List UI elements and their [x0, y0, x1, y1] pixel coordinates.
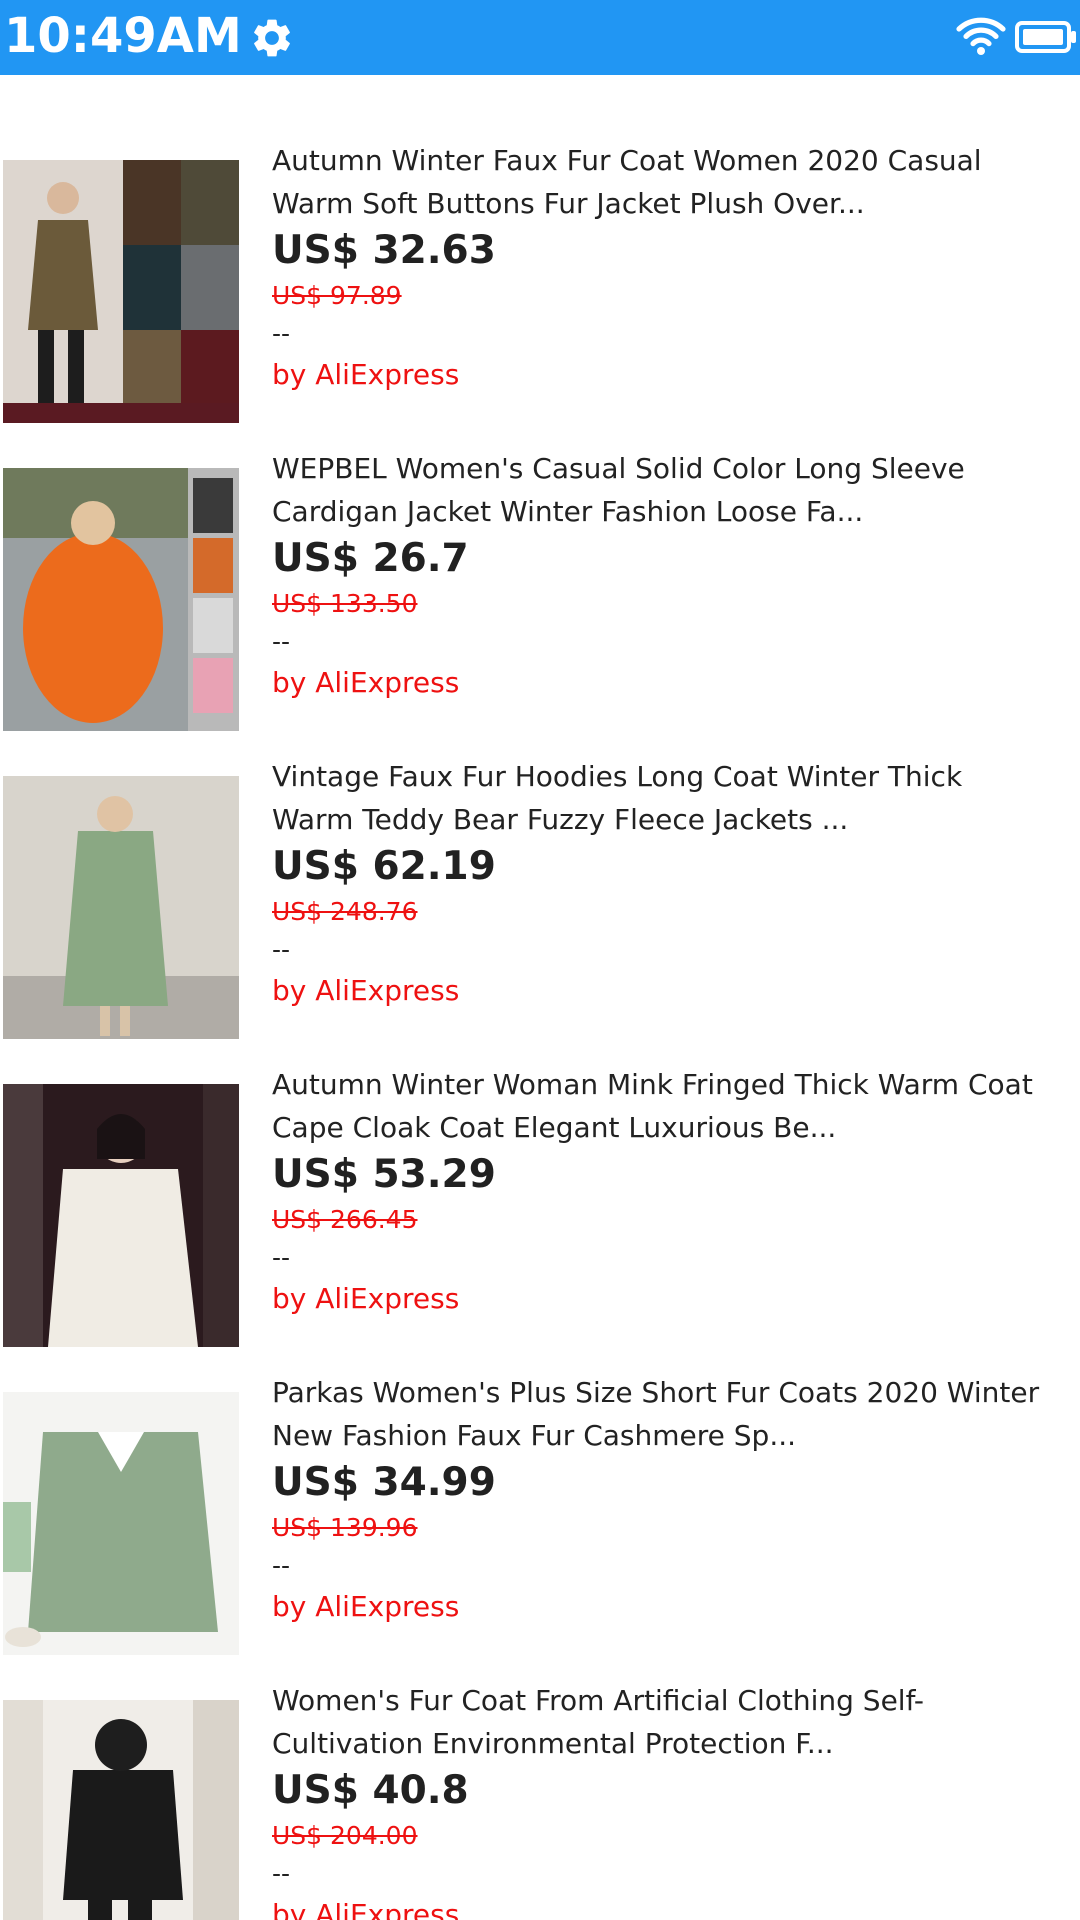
status-time: 10:49AM	[4, 8, 242, 64]
product-title-line: Warm Soft Buttons Fur Jacket Plush Over.…	[272, 187, 865, 220]
wifi-icon	[956, 17, 1006, 55]
product-item[interactable]: Parkas Women's Plus Size Short Fur Coats…	[0, 1307, 1080, 1655]
product-item[interactable]: Autumn Winter Woman Mink Fringed Thick W…	[0, 999, 1080, 1347]
product-price: US$ 40.8	[272, 1768, 469, 1813]
product-price: US$ 26.7	[272, 536, 469, 581]
product-item[interactable]: WEPBEL Women's Casual Solid Color Long S…	[0, 383, 1080, 731]
product-title-line: Warm Teddy Bear Fuzzy Fleece Jackets ...	[272, 803, 849, 836]
product-title[interactable]: WEPBEL Women's Casual Solid Color Long S…	[272, 447, 1072, 533]
product-price: US$ 32.63	[272, 228, 496, 273]
product-title-line: Cardigan Jacket Winter Fashion Loose Fa.…	[272, 495, 864, 528]
product-rating: --	[272, 1243, 291, 1272]
product-item[interactable]: Autumn Winter Faux Fur Coat Women 2020 C…	[0, 75, 1080, 423]
product-price: US$ 53.29	[272, 1152, 496, 1197]
product-list[interactable]: Autumn Winter Faux Fur Coat Women 2020 C…	[0, 75, 1080, 1920]
product-title[interactable]: Parkas Women's Plus Size Short Fur Coats…	[272, 1371, 1072, 1457]
product-title-line: Vintage Faux Fur Hoodies Long Coat Winte…	[272, 760, 963, 793]
product-original-price: US$ 97.89	[272, 281, 402, 310]
product-original-price: US$ 133.50	[272, 589, 418, 618]
product-rating: --	[272, 1551, 291, 1580]
battery-icon	[1015, 21, 1076, 53]
product-title-line: WEPBEL Women's Casual Solid Color Long S…	[272, 452, 965, 485]
product-title-line: Autumn Winter Woman Mink Fringed Thick W…	[272, 1068, 1033, 1101]
product-title[interactable]: Vintage Faux Fur Hoodies Long Coat Winte…	[272, 755, 1072, 841]
product-title-line: Cape Cloak Coat Elegant Luxurious Be...	[272, 1111, 837, 1144]
product-rating: --	[272, 935, 291, 964]
product-title-line: Parkas Women's Plus Size Short Fur Coats…	[272, 1376, 1040, 1409]
product-original-price: US$ 266.45	[272, 1205, 418, 1234]
product-original-price: US$ 204.00	[272, 1821, 418, 1850]
product-title[interactable]: Autumn Winter Faux Fur Coat Women 2020 C…	[272, 139, 1072, 225]
product-original-price: US$ 139.96	[272, 1513, 418, 1542]
product-seller[interactable]: by AliExpress	[272, 1897, 459, 1920]
product-title[interactable]: Autumn Winter Woman Mink Fringed Thick W…	[272, 1063, 1072, 1149]
product-rating: --	[272, 1859, 291, 1888]
product-item[interactable]: Vintage Faux Fur Hoodies Long Coat Winte…	[0, 691, 1080, 1039]
product-title-line: Women's Fur Coat From Artificial Clothin…	[272, 1684, 924, 1717]
product-rating: --	[272, 627, 291, 656]
product-title-line: Cultivation Environmental Protection F..…	[272, 1727, 834, 1760]
product-rating: --	[272, 319, 291, 348]
product-image[interactable]	[3, 1700, 239, 1920]
status-bar: 10:49AM	[0, 0, 1080, 75]
product-price: US$ 34.99	[272, 1460, 496, 1505]
gear-icon	[254, 19, 290, 57]
product-price: US$ 62.19	[272, 844, 496, 889]
product-title-line: New Fashion Faux Fur Cashmere Sp...	[272, 1419, 797, 1452]
product-title[interactable]: Women's Fur Coat From Artificial Clothin…	[272, 1679, 1072, 1765]
product-original-price: US$ 248.76	[272, 897, 418, 926]
product-item[interactable]: Women's Fur Coat From Artificial Clothin…	[0, 1615, 1080, 1920]
product-title-line: Autumn Winter Faux Fur Coat Women 2020 C…	[272, 144, 982, 177]
